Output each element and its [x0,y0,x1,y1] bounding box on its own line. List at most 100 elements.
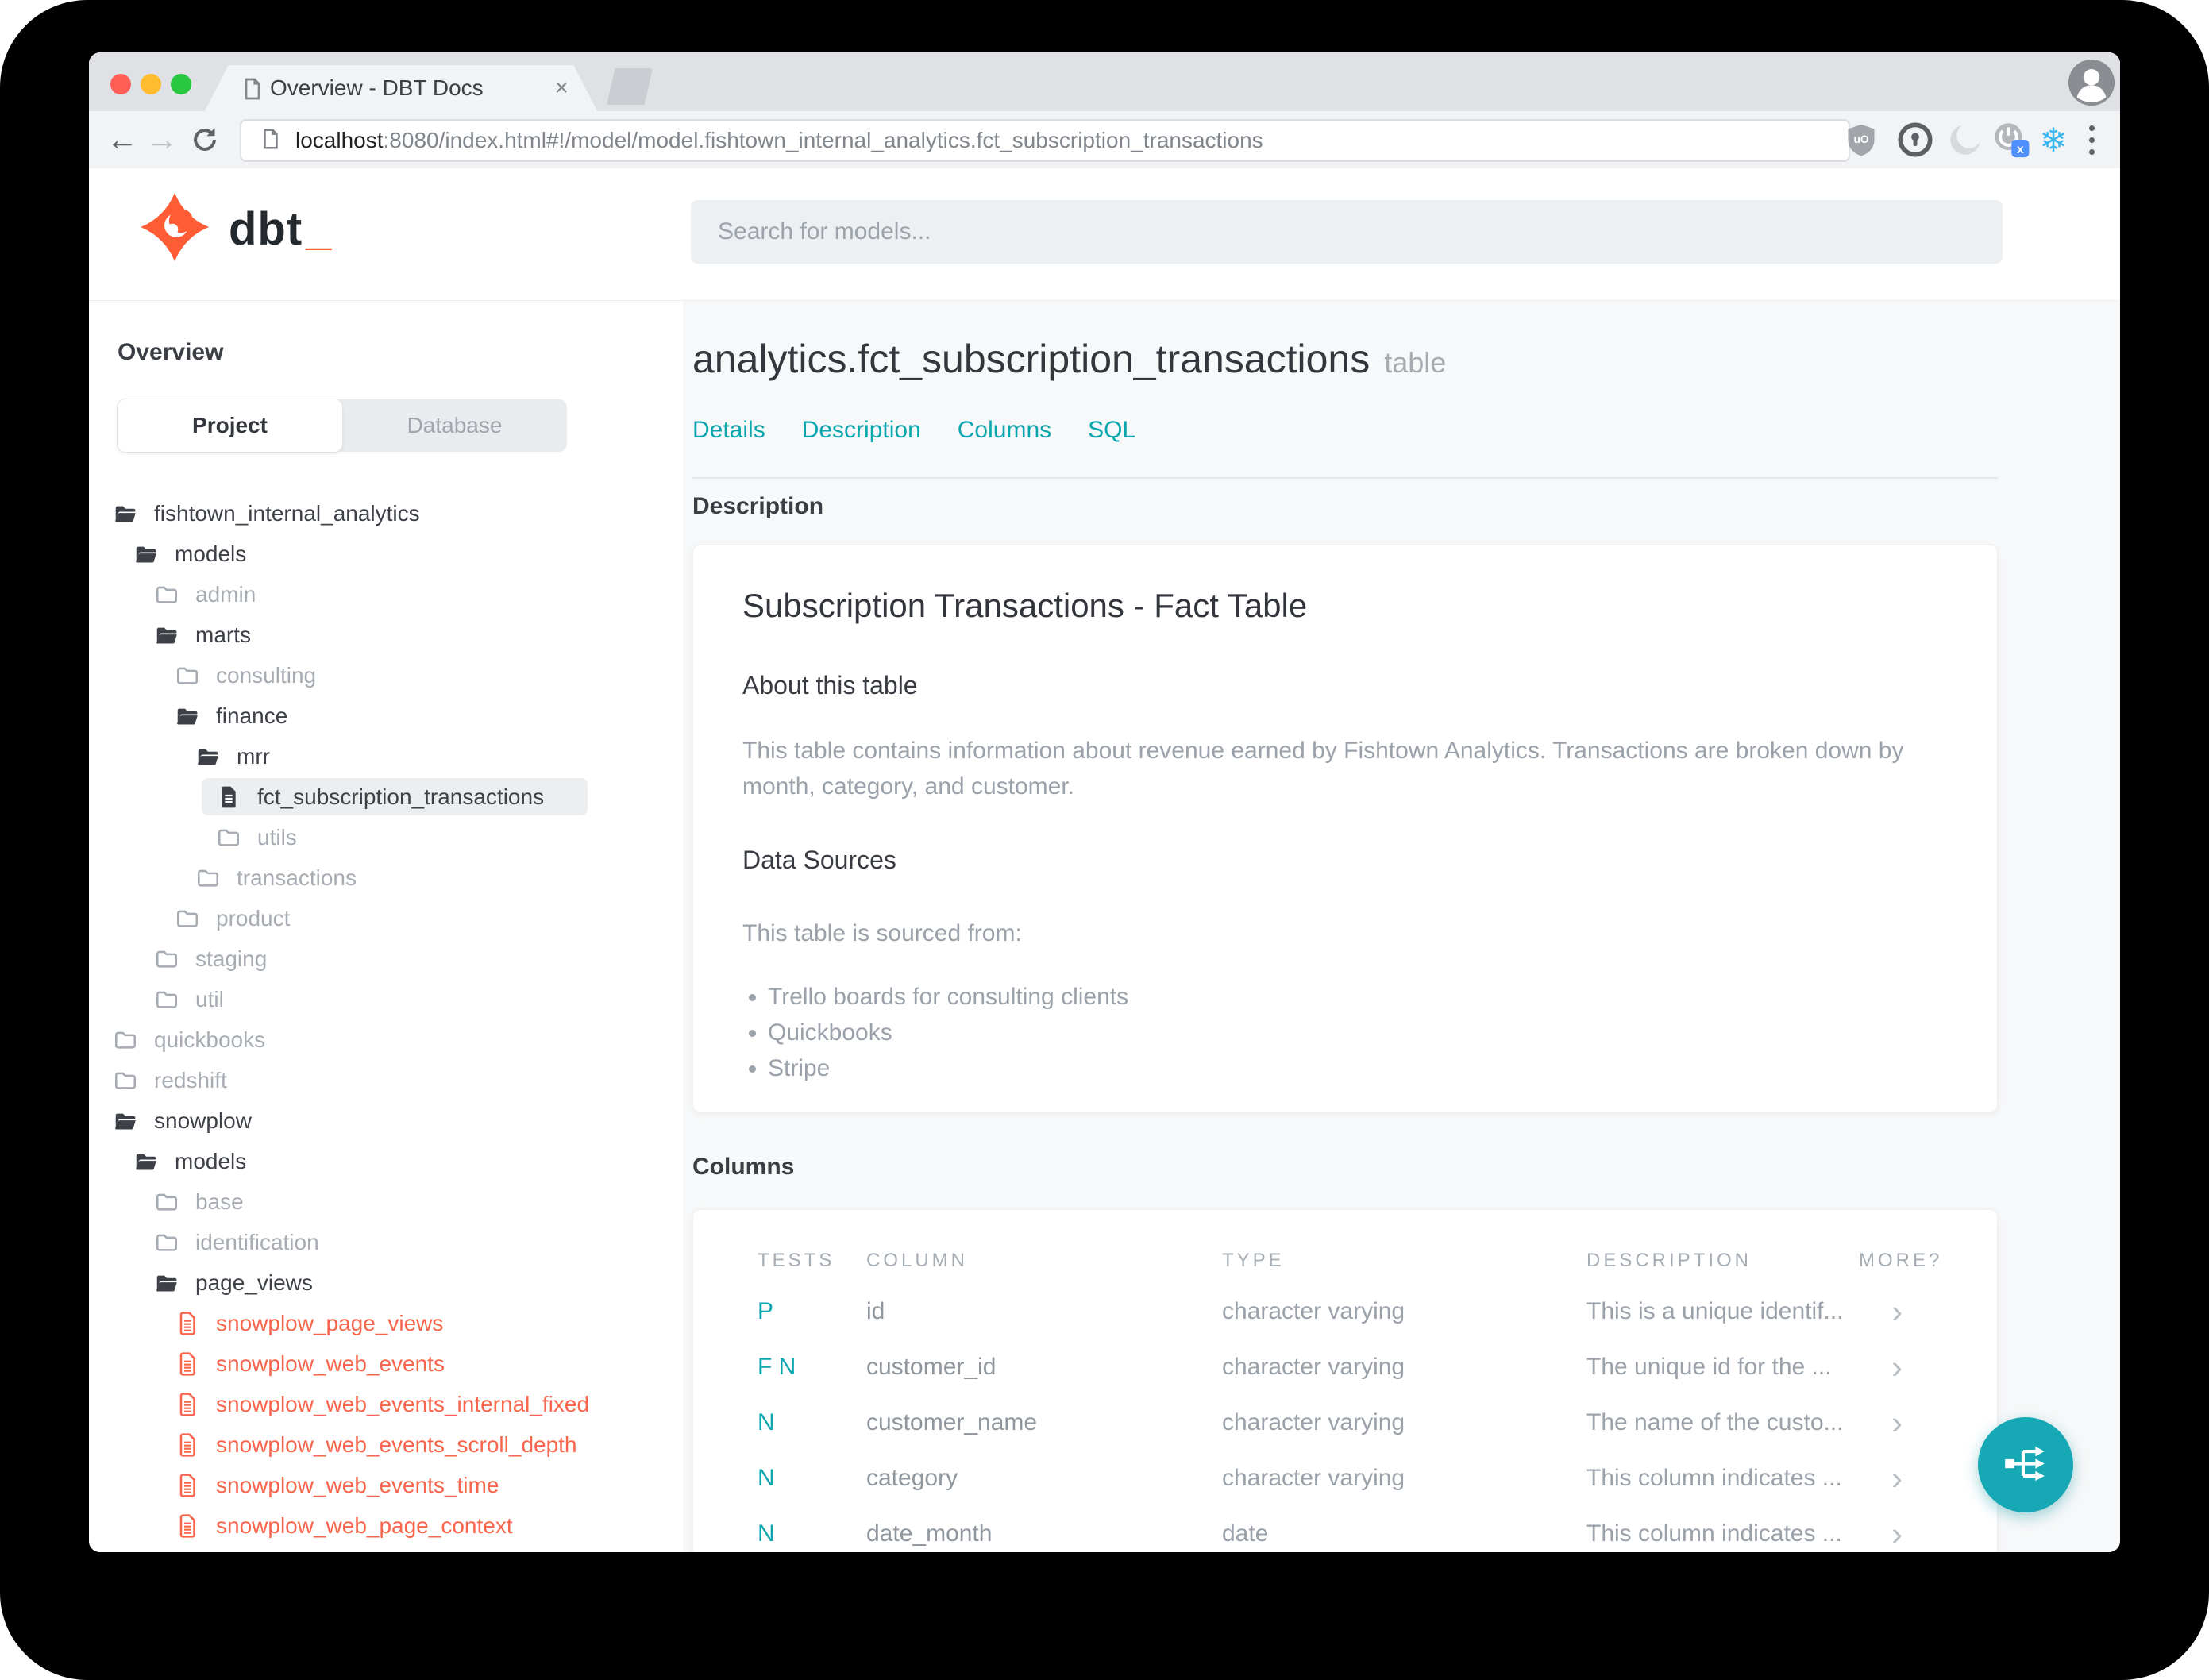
tree-item-label: snowplow_page_views [216,1310,444,1335]
tree-item-label: admin [195,581,256,607]
tree-item-util[interactable]: util [89,979,683,1019]
column-header-type: TYPE [1222,1250,1285,1271]
card-heading: Subscription Transactions - Fact Table [742,587,1308,624]
sidebar-tab-database[interactable]: Database [342,399,567,452]
tree-item-admin[interactable]: admin [89,574,683,615]
tree-item-utils[interactable]: utils [89,817,683,857]
url-bar[interactable]: localhost:8080/index.html#!/model/model.… [240,119,1850,162]
reload-icon[interactable] [183,118,227,162]
source-item: Trello boards for consulting clients [768,979,1128,1015]
model-type-suffix: table [1384,346,1447,379]
column-type: date [1222,1520,1269,1547]
tree-item-fct_subscription_transactions[interactable]: fct_subscription_transactions [89,776,683,817]
tree-item-snowplow_web_page_context[interactable]: snowplow_web_page_context [89,1505,683,1546]
table-row-customer_name[interactable]: Ncustomer_name character varying The name … [693,1395,1997,1451]
folder-closed-icon [175,663,200,688]
tree-item-quickbooks[interactable]: quickbooks [89,1019,683,1060]
ublock-shield-icon[interactable]: uO [1841,119,1882,160]
tree-item-label: quickbooks [154,1027,266,1052]
tree-item-redshift[interactable]: redshift [89,1060,683,1100]
tree-item-models[interactable]: models [89,1141,683,1181]
sources-list: Trello boards for consulting clientsQuic… [749,979,1128,1086]
tree-item-snowplow_web_events_time[interactable]: snowplow_web_events_time [89,1465,683,1505]
tree-item-snowplow_page_views[interactable]: snowplow_page_views [89,1303,683,1343]
tree-item-label: models [175,541,247,566]
chevron-right-icon[interactable]: › [1891,1404,1903,1442]
tree-item-label: util [195,986,224,1011]
tree-item-mrr[interactable]: mrr [89,736,683,776]
kebab-menu-icon[interactable] [2071,119,2112,160]
tab-sql[interactable]: SQL [1088,417,1135,444]
column-description: The name of the custo... [1586,1409,1844,1435]
chevron-right-icon[interactable]: › [1891,1515,1903,1552]
tree-item-snowplow_web_events[interactable]: snowplow_web_events [89,1343,683,1384]
project-database-toggle: Project Database [118,399,567,452]
tree-item-transactions[interactable]: transactions [89,857,683,898]
tab-details[interactable]: Details [692,417,765,444]
dbt-wordmark: dbt [229,203,303,255]
chevron-right-icon[interactable]: › [1891,1293,1903,1331]
tree-item-page_views[interactable]: page_views [89,1262,683,1303]
tree-item-snowplow_web_events_scroll_depth[interactable]: snowplow_web_events_scroll_depth [89,1424,683,1465]
tree-item-label: identification [195,1229,319,1254]
tree-item-label: snowplow_web_events [216,1351,445,1376]
tab-close-icon[interactable]: × [554,76,569,100]
table-row-category[interactable]: Ncategory character varying This column in… [693,1451,1997,1506]
tree-item-staging[interactable]: staging [89,938,683,979]
browser-window: Overview - DBT Docs × ← → localhost:8080… [89,52,2120,1552]
back-icon[interactable]: ← [100,118,145,162]
tree-item-fishtown_internal_analytics[interactable]: fishtown_internal_analytics [89,493,683,534]
file-doc-icon [175,1351,200,1377]
folder-closed-icon [175,906,200,931]
tree-item-label: transactions [237,865,357,890]
profile-avatar-icon[interactable] [2067,58,2116,111]
dbt-underscore: _ [306,203,332,255]
table-row-customer_id[interactable]: F N customer_id character varying The uniqu… [693,1339,1997,1395]
tree-item-marts[interactable]: marts [89,615,683,655]
chevron-right-icon[interactable]: › [1891,1348,1903,1386]
tab-columns[interactable]: Columns [958,417,1051,444]
browser-tab[interactable]: Overview - DBT Docs × [205,65,597,111]
description-card: Subscription Transactions - Fact Table A… [692,545,1998,1112]
minimize-window-icon[interactable] [141,74,161,94]
column-name: customer_name [866,1409,1038,1435]
view-lineage-fab[interactable] [1978,1417,2073,1512]
tree-item-consulting[interactable]: consulting [89,655,683,696]
sidebar-tab-project[interactable]: Project [118,399,342,452]
url-path: :8080/index.html#!/model/model.fishtown_… [383,128,1263,152]
power-x-extension-icon[interactable]: x [1990,119,2031,160]
table-row-date_month[interactable]: Ndate_month date This column indicates ...… [693,1506,1997,1552]
tree-item-snowplow[interactable]: snowplow [89,1100,683,1141]
tree-item-label: snowplow_web_events_scroll_depth [216,1431,577,1457]
tree-item-identification[interactable]: identification [89,1222,683,1262]
forward-icon[interactable]: → [140,118,184,162]
sidebar-title: Overview [118,339,224,365]
column-header-more: MORE? [1859,1250,1943,1271]
table-row-id[interactable]: Pid character varying This is a unique ide… [693,1284,1997,1339]
tree-item-label: base [195,1189,244,1214]
column-type: character varying [1222,1409,1405,1435]
onepassword-icon[interactable] [1895,119,1936,160]
crescent-extension-icon[interactable] [1945,119,1986,160]
about-heading: About this table [742,671,918,699]
tab-description[interactable]: Description [802,417,921,444]
zoom-window-icon[interactable] [171,74,191,94]
tree-item-label: staging [195,946,268,971]
tree-item-models[interactable]: models [89,534,683,574]
sources-intro: This table is sourced from: [742,920,1022,946]
tree-item-snowplow_web_events_internal_fixed[interactable]: snowplow_web_events_internal_fixed [89,1384,683,1424]
dbt-logo[interactable]: dbt _ [138,191,331,268]
chevron-right-icon[interactable]: › [1891,1459,1903,1497]
search-input[interactable] [691,200,2003,264]
column-description: This column indicates ... [1586,1520,1842,1547]
new-tab-button[interactable] [607,68,653,105]
model-name: analytics.fct_subscription_transactions [692,337,1371,381]
tree-item-base[interactable]: base [89,1181,683,1222]
tree-item-product[interactable]: product [89,898,683,938]
tree-item-label: mrr [237,743,270,769]
tests-badge: N [758,1465,775,1491]
snowflake-extension-icon[interactable]: ❄ [2033,119,2074,160]
tree-item-finance[interactable]: finance [89,696,683,736]
folder-open-icon [195,744,221,769]
close-window-icon[interactable] [110,74,131,94]
